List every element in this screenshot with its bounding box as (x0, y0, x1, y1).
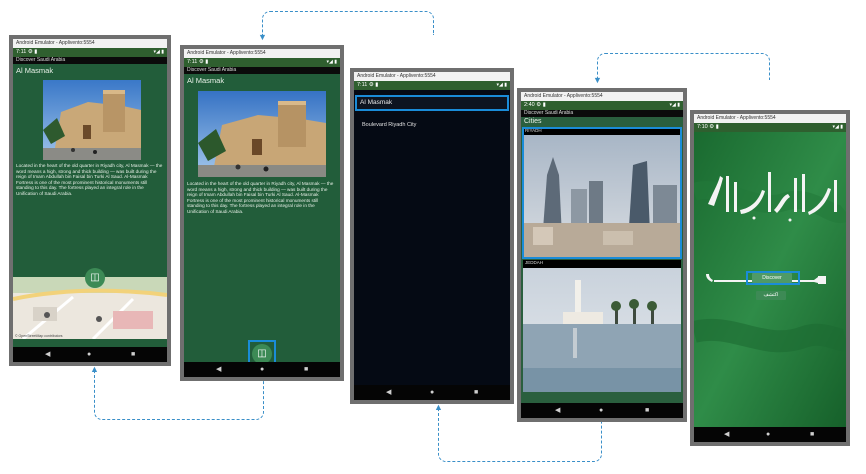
status-time: 7:10 (697, 124, 708, 130)
phone-screen-cities: Android Emulator - Applivento:5554 2:40 … (517, 88, 687, 422)
status-right-icons: ▾◢ ▮ (153, 49, 165, 55)
cities-content: Cities RIYADH JEDDAH (521, 117, 683, 403)
android-nav-bar: ◀ ● ■ (521, 403, 683, 418)
status-icons: ⚙ ▮ (27, 49, 38, 55)
home-button[interactable]: ● (87, 347, 91, 362)
fort-photo (43, 80, 141, 160)
app-title: Discover Saudi Arabia (184, 67, 340, 74)
fort-photo (198, 91, 326, 177)
map-fab-button[interactable]: ◫ (85, 268, 105, 288)
status-time: 7:11 (187, 59, 198, 65)
home-button[interactable]: ● (766, 427, 770, 442)
arrow-up-icon: ▲ (434, 402, 443, 412)
status-bar: 7:10 ⚙ ▮ ▾◢ ▮ (694, 123, 846, 132)
back-button[interactable]: ◀ (386, 385, 391, 400)
window-title: Android Emulator - Applivento:5554 (184, 49, 340, 58)
recents-button[interactable]: ■ (645, 403, 649, 418)
phone-screen-places-list: Android Emulator - Applivento:5554 7:11 … (350, 68, 514, 404)
back-button[interactable]: ◀ (555, 403, 560, 418)
status-bar: 7:11 ⚙ ▮ ▾◢ ▮ (13, 48, 167, 57)
detail-content: Al Masmak Located in the heart of the ol… (13, 64, 167, 347)
map-icon: ◫ (90, 272, 100, 283)
city-card-jeddah[interactable]: JEDDAH (523, 260, 681, 392)
cities-heading: Cities (524, 118, 542, 125)
phone-screen-detail: Android Emulator - Applivento:5554 7:11 … (180, 45, 344, 381)
home-button[interactable]: ● (260, 362, 264, 377)
status-right-icons: ▾◢ ▮ (326, 59, 338, 65)
window-title: Android Emulator - Applivento:5554 (694, 114, 846, 123)
home-button[interactable]: ● (599, 403, 603, 418)
connector-top-right (597, 53, 770, 80)
window-title: Android Emulator - Applivento:5554 (354, 72, 510, 81)
phone-screen-detail-map: Android Emulator - Applivento:5554 7:11 … (9, 35, 171, 366)
emulator-screen: Android Emulator - Applivento:5554 7:11 … (13, 39, 167, 362)
status-icons: ⚙ ▮ (536, 102, 546, 108)
arrow-down-icon: ▼ (258, 32, 267, 42)
recents-button[interactable]: ■ (474, 385, 478, 400)
home-button[interactable]: ● (430, 385, 434, 400)
recents-button[interactable]: ■ (304, 362, 308, 377)
map-credit: © OpenStreetMap contributors (15, 334, 63, 338)
arrow-down-icon: ▼ (593, 75, 602, 85)
recents-button[interactable]: ■ (131, 347, 135, 362)
arabic-discover-button[interactable]: اكتشف (756, 291, 786, 300)
back-button[interactable]: ◀ (216, 362, 221, 377)
emulator-screen: Android Emulator - Applivento:5554 7:11 … (184, 49, 340, 377)
place-heading: Al Masmak (187, 76, 225, 85)
recents-button[interactable]: ■ (810, 427, 814, 442)
places-list: Al Masmak Boulevard Riyadh City (354, 90, 510, 385)
list-item-highlight (355, 95, 509, 111)
android-nav-bar: ◀ ● ■ (13, 347, 167, 362)
status-right-icons: ▾◢ ▮ (832, 124, 844, 130)
android-nav-bar: ◀ ● ■ (354, 385, 510, 400)
status-time: 2:40 (524, 102, 535, 108)
window-title: Android Emulator - Applivento:5554 (521, 92, 683, 101)
status-right-icons: ▾◢ ▮ (669, 102, 681, 108)
arrow-up-icon: ▲ (90, 364, 99, 374)
status-right-icons: ▾◢ ▮ (496, 82, 508, 88)
status-icons: ⚙ ▮ (198, 59, 209, 65)
app-title: Discover Saudi Arabia (521, 110, 683, 117)
back-button[interactable]: ◀ (45, 347, 50, 362)
window-title: Android Emulator - Applivento:5554 (13, 39, 167, 48)
detail-content: Al Masmak Located in the heart of the ol… (184, 74, 340, 368)
status-bar: 7:11 ⚙ ▮ ▾◢ ▮ (354, 81, 510, 90)
android-nav-bar: ◀ ● ■ (184, 362, 340, 377)
back-button[interactable]: ◀ (724, 427, 729, 442)
list-item[interactable]: Boulevard Riyadh City (356, 118, 508, 132)
emulator-screen: Android Emulator - Applivento:5554 7:11 … (354, 72, 510, 400)
android-nav-bar: ◀ ● ■ (694, 427, 846, 442)
emulator-screen: Android Emulator - Applivento:5554 2:40 … (521, 92, 683, 418)
discover-button-highlight (746, 271, 800, 285)
city-card-highlight (522, 127, 682, 259)
connector-top-left (262, 11, 434, 35)
emulator-screen: Android Emulator - Applivento:5554 7:10 … (694, 114, 846, 442)
status-time: 7:11 (357, 82, 368, 88)
app-title: Discover Saudi Arabia (13, 57, 167, 64)
status-icons: ⚙ ▮ (368, 82, 379, 88)
status-time: 7:11 (16, 49, 27, 55)
jeddah-photo (523, 268, 681, 392)
status-bar: 2:40 ⚙ ▮ ▾◢ ▮ (521, 101, 683, 110)
status-icons: ⚙ ▮ (709, 124, 719, 130)
phone-screen-splash: Android Emulator - Applivento:5554 7:10 … (690, 110, 850, 446)
place-description: Located in the heart of the old quarter … (16, 163, 163, 196)
flag-background: Discover اكتشف (694, 132, 846, 427)
place-heading: Al Masmak (16, 66, 54, 75)
city-label: JEDDAH (525, 260, 544, 265)
status-bar: 7:11 ⚙ ▮ ▾◢ ▮ (184, 58, 340, 67)
place-description: Located in the heart of the old quarter … (187, 181, 334, 214)
